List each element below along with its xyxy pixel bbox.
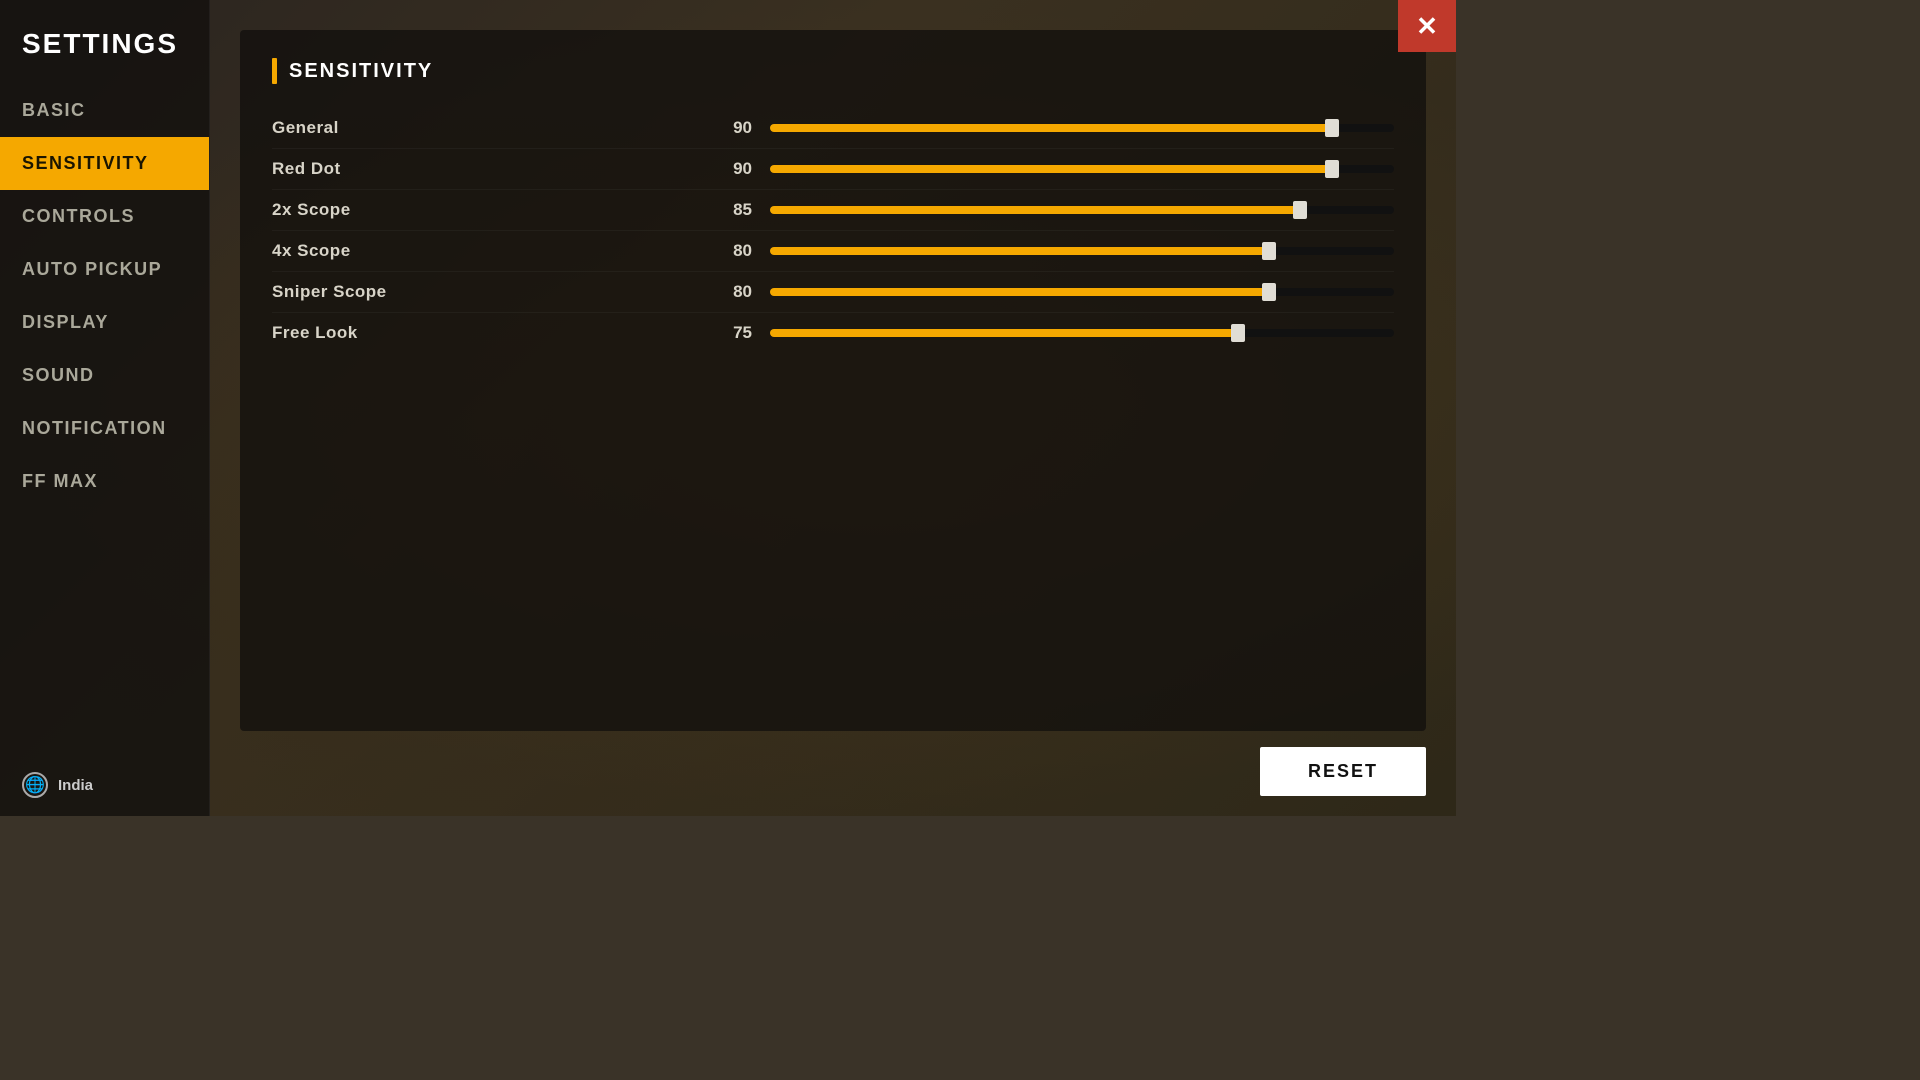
slider-thumb-4[interactable] [1262, 283, 1276, 301]
slider-label-3: 4x Scope [272, 241, 692, 261]
slider-row-3: 4x Scope80 [272, 231, 1394, 272]
sidebar-item-auto-pickup[interactable]: AUTO PICKUP [0, 243, 209, 296]
slider-label-0: General [272, 118, 692, 138]
slider-track-5[interactable] [770, 329, 1394, 337]
sidebar-item-display[interactable]: DISPLAY [0, 296, 209, 349]
slider-thumb-2[interactable] [1293, 201, 1307, 219]
slider-thumb-0[interactable] [1325, 119, 1339, 137]
slider-track-1[interactable] [770, 165, 1394, 173]
sidebar-item-ff-max[interactable]: FF MAX [0, 455, 209, 508]
sidebar-item-controls[interactable]: CONTROLS [0, 190, 209, 243]
slider-fill-3 [770, 247, 1269, 255]
slider-track-2[interactable] [770, 206, 1394, 214]
slider-row-0: General90 [272, 108, 1394, 149]
region-label: India [58, 777, 93, 794]
slider-value-5: 75 [692, 323, 752, 343]
sidebar-footer: 🌐 India [0, 754, 209, 816]
slider-fill-1 [770, 165, 1332, 173]
slider-fill-4 [770, 288, 1269, 296]
reset-button[interactable]: RESET [1260, 747, 1426, 796]
sliders-container: General90Red Dot902x Scope854x Scope80Sn… [272, 108, 1394, 353]
bottom-bar: RESET [240, 731, 1426, 796]
slider-row-1: Red Dot90 [272, 149, 1394, 190]
sidebar: SETTINGS BASICSENSITIVITYCONTROLSAUTO PI… [0, 0, 210, 816]
slider-value-2: 85 [692, 200, 752, 220]
section-title-text: SENSITIVITY [289, 60, 433, 83]
slider-thumb-5[interactable] [1231, 324, 1245, 342]
sidebar-item-sound[interactable]: SOUND [0, 349, 209, 402]
slider-label-2: 2x Scope [272, 200, 692, 220]
close-button[interactable]: ✕ [1398, 0, 1456, 52]
sidebar-nav: BASICSENSITIVITYCONTROLSAUTO PICKUPDISPL… [0, 84, 209, 508]
slider-value-3: 80 [692, 241, 752, 261]
slider-label-1: Red Dot [272, 159, 692, 179]
slider-label-5: Free Look [272, 323, 692, 343]
close-icon: ✕ [1416, 11, 1438, 42]
slider-fill-2 [770, 206, 1300, 214]
app-title: SETTINGS [0, 10, 209, 84]
slider-track-3[interactable] [770, 247, 1394, 255]
globe-icon: 🌐 [22, 772, 48, 798]
slider-label-4: Sniper Scope [272, 282, 692, 302]
slider-track-0[interactable] [770, 124, 1394, 132]
sidebar-item-basic[interactable]: BASIC [0, 84, 209, 137]
slider-row-2: 2x Scope85 [272, 190, 1394, 231]
slider-thumb-3[interactable] [1262, 242, 1276, 260]
slider-thumb-1[interactable] [1325, 160, 1339, 178]
slider-row-5: Free Look75 [272, 313, 1394, 353]
main-content: ✕ SENSITIVITY General90Red Dot902x Scope… [210, 0, 1456, 816]
sidebar-item-notification[interactable]: NOTIFICATION [0, 402, 209, 455]
slider-value-1: 90 [692, 159, 752, 179]
app-layout: SETTINGS BASICSENSITIVITYCONTROLSAUTO PI… [0, 0, 1456, 816]
slider-fill-5 [770, 329, 1238, 337]
slider-track-4[interactable] [770, 288, 1394, 296]
slider-row-4: Sniper Scope80 [272, 272, 1394, 313]
sidebar-item-sensitivity[interactable]: SENSITIVITY [0, 137, 209, 190]
content-panel: SENSITIVITY General90Red Dot902x Scope85… [240, 30, 1426, 731]
slider-value-0: 90 [692, 118, 752, 138]
section-header: SENSITIVITY [272, 58, 1394, 84]
section-title-accent [272, 58, 277, 84]
slider-value-4: 80 [692, 282, 752, 302]
slider-fill-0 [770, 124, 1332, 132]
